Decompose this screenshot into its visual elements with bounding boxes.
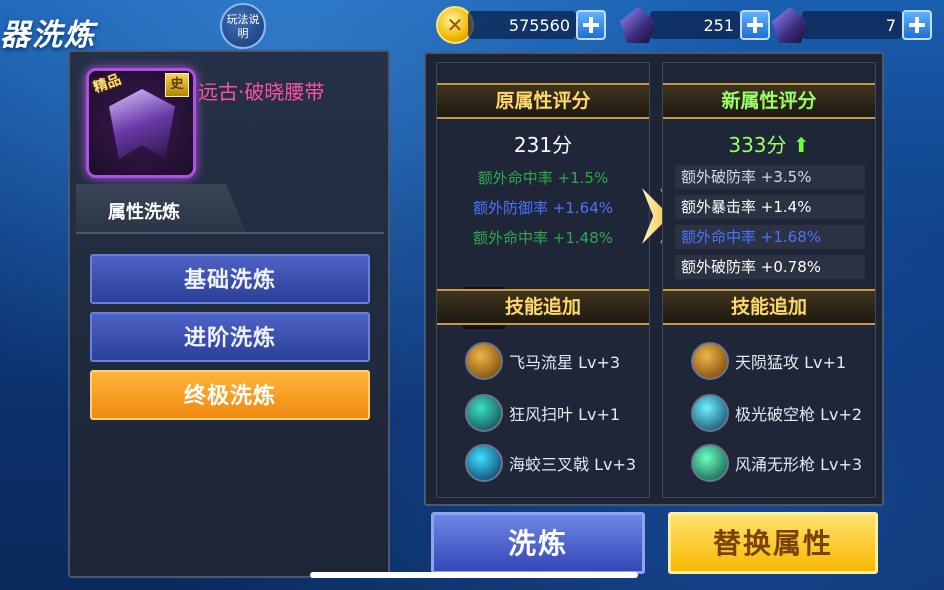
add-gem-a-button[interactable]	[740, 10, 770, 40]
basic-refine-button[interactable]: 基础洗炼	[90, 254, 370, 304]
trident-icon	[465, 444, 503, 482]
belt-icon	[109, 89, 175, 159]
new-score: 333分 ⬆	[663, 129, 875, 158]
up-arrow-icon: ⬆	[792, 133, 810, 157]
original-attributes: 原属性评分 231分 额外命中率 +1.5% 额外防御率 +1.64% 额外命中…	[436, 62, 650, 498]
ultimate-refine-button[interactable]: 终极洗炼	[90, 370, 370, 420]
skill-name: 天陨猛攻 Lv+1	[735, 353, 847, 372]
skill-row[interactable]: 狂风扫叶 Lv+1	[465, 393, 620, 433]
spear-icon	[691, 394, 729, 432]
gem-a-amount: 251	[650, 11, 740, 39]
original-attr: 额外防御率 +1.64%	[473, 199, 613, 217]
skill-name: 狂风扫叶 Lv+1	[509, 405, 621, 424]
skill-name: 风涌无形枪 Lv+3	[735, 455, 863, 474]
add-gem-b-button[interactable]	[902, 10, 932, 40]
original-header: 原属性评分	[437, 83, 649, 119]
page-title: 器洗炼	[0, 18, 96, 53]
quality-tag: 精品	[91, 71, 124, 97]
skill-name: 海蛟三叉戟 Lv+3	[509, 455, 637, 474]
item-name: 远古·破晓腰带	[198, 80, 325, 104]
add-gold-button[interactable]	[576, 10, 606, 40]
item-icon[interactable]: 精品 史	[86, 68, 196, 178]
new-attr: 额外暴击率 +1.4%	[675, 195, 865, 219]
new-attr: 额外破防率 +0.78%	[675, 255, 865, 279]
skill-row[interactable]: 极光破空枪 Lv+2	[691, 393, 862, 433]
skill-name: 飞马流星 Lv+3	[509, 353, 621, 372]
original-attr: 额外命中率 +1.48%	[473, 229, 613, 247]
new-attributes: 新属性评分 333分 ⬆ 额外破防率 +3.5% 额外暴击率 +1.4% 额外命…	[662, 62, 876, 498]
divider	[76, 232, 384, 234]
tab-attribute-refine[interactable]: 属性洗炼	[76, 184, 246, 232]
gem-a-resource: 251	[620, 7, 770, 43]
skill-row[interactable]: 飞马流星 Lv+3	[465, 341, 620, 381]
home-indicator[interactable]	[310, 572, 638, 578]
gem-b-amount: 7	[802, 11, 902, 39]
refine-button[interactable]: 洗炼	[431, 512, 645, 574]
compare-panel: 原属性评分 231分 额外命中率 +1.5% 额外防御率 +1.64% 额外命中…	[424, 52, 884, 506]
new-attr: 额外破防率 +3.5%	[675, 165, 865, 189]
gold-resource: ✕ 575560	[436, 6, 606, 44]
new-skill-header: 技能追加	[663, 289, 875, 325]
pegasus-icon	[465, 342, 503, 380]
original-attr: 额外命中率 +1.5%	[477, 169, 609, 187]
skill-row[interactable]: 海蛟三叉戟 Lv+3	[465, 443, 636, 483]
skill-row[interactable]: 风涌无形枪 Lv+3	[691, 443, 862, 483]
wind-spear-icon	[691, 444, 729, 482]
rank-badge: 史	[165, 73, 189, 97]
skill-row[interactable]: 天陨猛攻 Lv+1	[691, 341, 846, 381]
help-button[interactable]: 玩法说明	[220, 3, 266, 49]
new-header: 新属性评分	[663, 83, 875, 119]
meteor-icon	[691, 342, 729, 380]
advanced-refine-button[interactable]: 进阶洗炼	[90, 312, 370, 362]
skill-name: 极光破空枪 Lv+2	[735, 405, 863, 424]
new-score-value: 333分	[728, 133, 787, 157]
original-score: 231分	[513, 133, 573, 157]
wind-icon	[465, 394, 503, 432]
new-attr: 额外命中率 +1.68%	[675, 225, 865, 249]
original-skill-header: 技能追加	[437, 289, 649, 325]
gem-b-resource: 7	[772, 7, 932, 43]
replace-attributes-button[interactable]: 替换属性	[668, 512, 878, 574]
gold-amount: 575560	[468, 11, 576, 39]
item-panel: 精品 史 远古·破晓腰带 属性洗炼 基础洗炼 进阶洗炼 终极洗炼	[68, 50, 390, 578]
